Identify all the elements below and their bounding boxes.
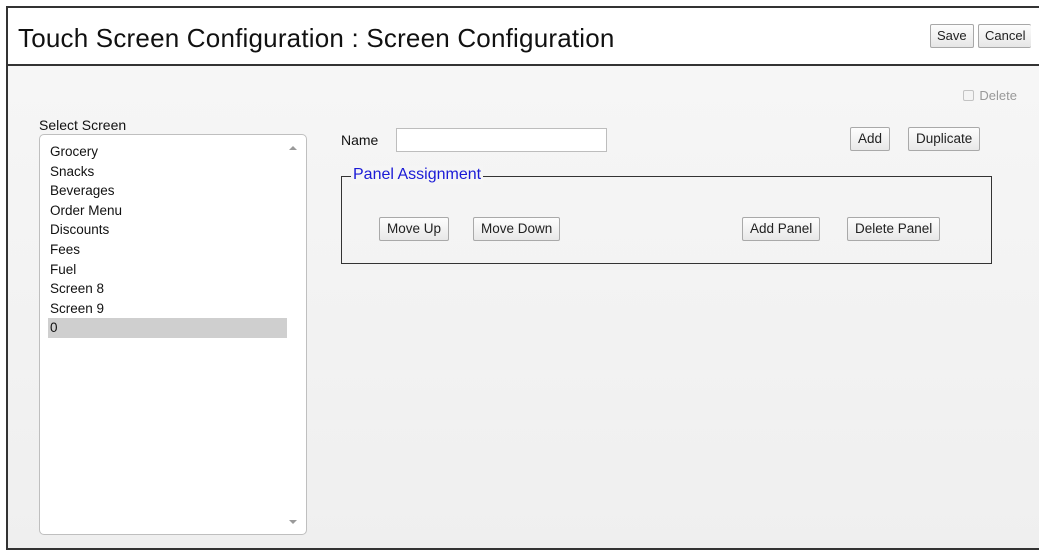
header-bar: Touch Screen Configuration : Screen Conf… [8,8,1039,66]
delete-checkbox[interactable] [963,90,975,101]
duplicate-button[interactable]: Duplicate [908,127,981,151]
delete-panel-button[interactable]: Delete Panel [847,217,941,241]
screen-listbox[interactable]: Grocery Snacks Beverages Order Menu Discount… [39,134,307,535]
list-item[interactable]: Fuel [48,260,287,280]
content-area: Delete Select Screen Grocery Snacks Bevera… [8,66,1039,548]
cancel-button[interactable]: Cancel [978,24,1032,48]
delete-option[interactable]: Delete [963,88,1017,103]
panel-assignment-legend: Panel Assignment [351,166,484,184]
name-label: Name [341,132,379,148]
delete-label: Delete [979,88,1017,103]
list-item[interactable]: Screen 9 [48,299,287,319]
list-item[interactable]: Discounts [48,220,287,240]
list-item[interactable]: Beverages [48,181,287,201]
move-down-button[interactable]: Move Down [473,217,561,241]
save-button[interactable]: Save [930,24,974,48]
list-item[interactable]: Snacks [48,162,287,182]
panel-assignment-group: Panel Assignment Move Up Move Down Add P… [341,166,992,264]
screen-list-items: Grocery Snacks Beverages Order Menu Discount… [48,142,287,338]
select-screen-label: Select Screen [39,117,127,133]
add-button[interactable]: Add [850,127,891,151]
name-input[interactable] [396,128,607,152]
scroll-up-arrow-icon[interactable] [289,146,297,150]
scroll-down-arrow-icon[interactable] [289,520,297,524]
add-panel-button[interactable]: Add Panel [742,217,821,241]
page-title: Touch Screen Configuration : Screen Conf… [18,23,615,53]
list-item[interactable]: Order Menu [48,201,287,221]
list-item[interactable]: Grocery [48,142,287,162]
list-item[interactable]: 0 [48,318,287,338]
window-frame: Touch Screen Configuration : Screen Conf… [6,6,1039,550]
move-up-button[interactable]: Move Up [379,217,450,241]
list-item[interactable]: Fees [48,240,287,260]
list-item[interactable]: Screen 8 [48,279,287,299]
